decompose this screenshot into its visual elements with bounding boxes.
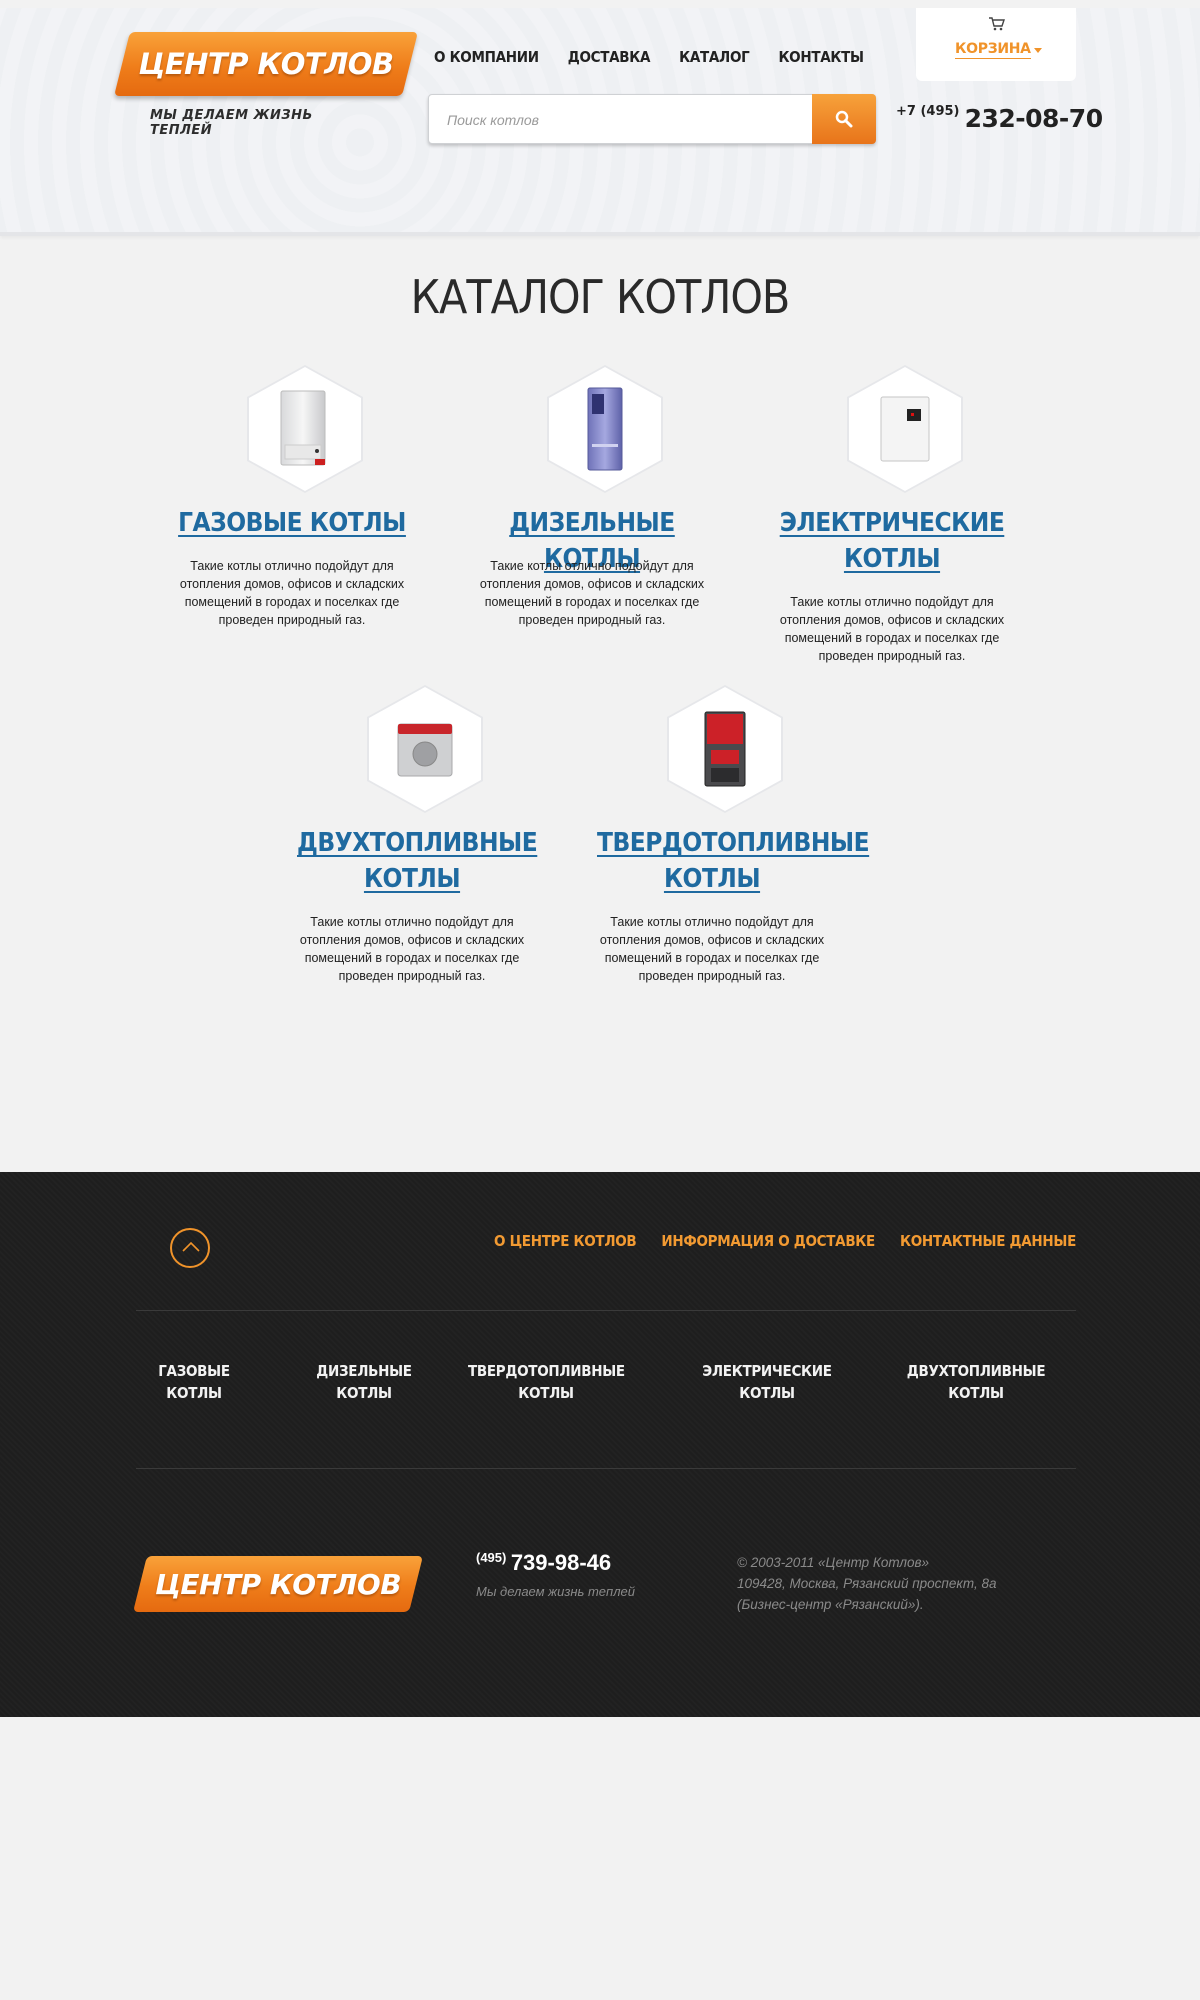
cart-box[interactable]: КОРЗИНА — [916, 8, 1076, 81]
footer-category-solid-fuel[interactable]: ТВЕРДОТОПЛИВНЫЕ КОТЛЫ — [468, 1360, 625, 1404]
tagline: МЫ ДЕЛАЕМ ЖИЗНЬ ТЕПЛЕЙ — [150, 108, 313, 138]
footer-category-electric[interactable]: ЭЛЕКТРИЧЕСКИЕ КОТЛЫ — [700, 1360, 834, 1404]
cart-icon — [989, 17, 1005, 31]
product-image-frame[interactable] — [547, 365, 663, 493]
footer-links: О ЦЕНТРЕ КОТЛОВ ИНФОРМАЦИЯ О ДОСТАВКЕ КО… — [494, 1232, 1076, 1250]
catalog-card-title[interactable]: ЭЛЕКТРИЧЕСКИЕ КОТЛЫ — [777, 505, 1007, 577]
footer-category-gas[interactable]: ГАЗОВЫЕ КОТЛЫ — [148, 1360, 240, 1404]
header-phone: +7 (495) 232-08-70 — [896, 104, 1103, 133]
nav-contacts[interactable]: КОНТАКТЫ — [778, 48, 864, 66]
catalog-card-description: Такие котлы отлично подойдут для отоплени… — [599, 915, 825, 983]
catalog-card-title[interactable]: ТВЕРДОТОПЛИВНЫЕ КОТЛЫ — [597, 825, 870, 897]
product-image-frame[interactable] — [367, 685, 483, 813]
gas-boiler-image — [280, 390, 326, 466]
arrow-up-icon — [182, 1241, 200, 1252]
catalog-card-description: Такие котлы отлично подойдут для отоплени… — [179, 559, 405, 627]
phone-code: +7 (495) — [896, 104, 960, 119]
search-input[interactable] — [447, 109, 807, 131]
scroll-to-top-button[interactable] — [170, 1228, 210, 1268]
footer-phone-number: 739-98-46 — [510, 1550, 612, 1575]
chevron-down-icon[interactable] — [1034, 48, 1042, 53]
cart-link[interactable]: КОРЗИНА — [955, 41, 1031, 59]
footer-logo[interactable]: ЦЕНТР КОТЛОВ — [140, 1556, 416, 1612]
footer-phone-code: (495) — [476, 1550, 507, 1565]
footer-tagline: Мы делаем жизнь теплей — [476, 1584, 635, 1599]
footer-link-contacts[interactable]: КОНТАКТНЫЕ ДАННЫЕ — [900, 1232, 1076, 1250]
nav-catalog[interactable]: КАТАЛОГ — [679, 48, 750, 66]
catalog-card-title[interactable]: ГАЗОВЫЕ КОТЛЫ — [177, 505, 407, 541]
footer-divider — [136, 1310, 1076, 1311]
search-button[interactable] — [812, 94, 876, 144]
footer-link-delivery[interactable]: ИНФОРМАЦИЯ О ДОСТАВКЕ — [661, 1232, 875, 1250]
product-image-frame[interactable] — [847, 365, 963, 493]
electric-boiler-image — [880, 396, 930, 462]
search-box — [428, 94, 876, 144]
dual-fuel-boiler-image — [397, 723, 453, 777]
copyright: © 2003-2011 «Центр Котлов» 109428, Москв… — [737, 1555, 997, 1612]
catalog-card-title[interactable]: ДВУХТОПЛИВНЫЕ КОТЛЫ — [297, 825, 538, 897]
logo[interactable]: ЦЕНТР КОТЛОВ — [122, 32, 410, 96]
phone-number: 232-08-70 — [964, 104, 1104, 133]
footer-category-diesel[interactable]: ДИЗЕЛЬНЫЕ КОТЛЫ — [312, 1360, 416, 1404]
catalog-card-description: Такие котлы отлично подойдут для отоплени… — [779, 595, 1005, 663]
footer-divider — [136, 1468, 1076, 1469]
footer-category-dual-fuel[interactable]: ДВУХТОПЛИВНЫЕ КОТЛЫ — [906, 1360, 1046, 1404]
solid-fuel-boiler-image — [704, 711, 746, 787]
product-image-frame[interactable] — [667, 685, 783, 813]
nav-delivery[interactable]: ДОСТАВКА — [568, 48, 651, 66]
page-title: КАТАЛОГ КОТЛОВ — [410, 270, 791, 324]
catalog-card-description: Такие котлы отлично подойдут для отоплени… — [299, 915, 525, 983]
site-footer: О ЦЕНТРЕ КОТЛОВ ИНФОРМАЦИЯ О ДОСТАВКЕ КО… — [0, 1172, 1200, 1717]
search-icon — [835, 110, 853, 128]
main-nav: О КОМПАНИИ ДОСТАВКА КАТАЛОГ КОНТАКТЫ — [434, 48, 893, 66]
footer-link-about[interactable]: О ЦЕНТРЕ КОТЛОВ — [494, 1232, 637, 1250]
product-image-frame[interactable] — [247, 365, 363, 493]
catalog-card-description: Такие котлы отлично подойдут для отоплени… — [479, 559, 705, 627]
footer-phone: (495) 739-98-46 — [476, 1550, 611, 1576]
diesel-boiler-image — [587, 387, 623, 471]
nav-about[interactable]: О КОМПАНИИ — [434, 48, 539, 66]
